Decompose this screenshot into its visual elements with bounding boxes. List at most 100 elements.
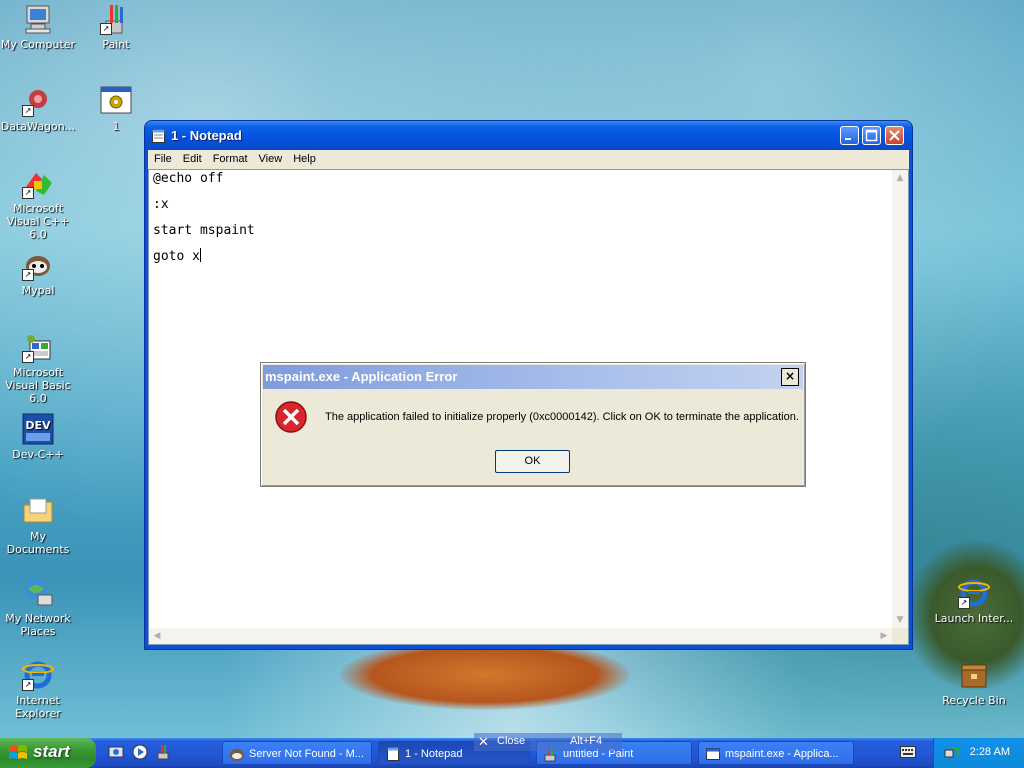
taskbar-button-browser[interactable]: Server Not Found - M... [222,741,372,765]
dev-cpp-icon: DEV [22,413,54,445]
visual-basic-icon: ↗ [22,331,54,363]
desktop-icon-label: Microsoft Visual C++ 6.0 [6,202,70,241]
keyboard-icon[interactable] [900,746,916,758]
show-desktop-icon[interactable] [108,744,124,760]
error-dialog[interactable]: mspaint.exe - Application Error × The ap… [260,362,806,487]
taskbar-button-error-dialog[interactable]: mspaint.exe - Applica... [698,741,854,765]
desktop-icon-label: My Documents [6,530,70,556]
notepad-titlebar[interactable]: 1 - Notepad [145,121,912,150]
menu-file[interactable]: File [148,150,177,165]
menu-format[interactable]: Format [207,150,253,165]
tooltip-close-icon: ✕ [478,734,489,749]
desktop-icon-recycle-bin[interactable]: Recycle Bin [934,659,1014,707]
network-places-icon [22,577,54,609]
batch-file-icon [100,85,132,117]
desktop-icon-label: 1 [112,120,120,133]
notepad-icon [152,129,165,143]
desktop-icon-mypal[interactable]: ↗ Mypal [0,249,78,297]
shortcut-arrow-icon: ↗ [22,351,34,363]
internet-explorer-icon: ↗ [958,577,990,609]
desktop-icon-label: My Network Places [5,612,71,638]
editor-line: goto x [153,248,201,264]
desktop-icon-paint[interactable]: ↗ Paint [76,3,156,51]
taskbar-button-label: Server Not Found - M... [249,748,364,760]
windows-flag-icon [9,745,27,759]
desktop-icon-batch-file[interactable]: 1 [76,85,156,133]
paint-quicklaunch-icon[interactable] [156,744,172,760]
desktop-icon-dev-cpp[interactable]: DEV Dev-C++ [0,413,78,461]
maximize-icon [865,129,878,142]
menu-edit[interactable]: Edit [177,150,207,165]
scroll-right-icon[interactable]: ▶ [876,628,892,644]
desktop-icon-label: Recycle Bin [942,694,1006,707]
my-documents-icon [22,495,54,527]
start-button[interactable]: start [0,738,96,768]
maximize-button[interactable] [862,126,881,145]
editor-text: @echo off :x start mspaint goto x [153,170,255,274]
minimize-button[interactable] [840,126,859,145]
desktop-icon-label: Paint [102,38,130,51]
dialog-message: The application failed to initialize pro… [325,411,799,423]
desktop-icon-visual-cpp[interactable]: ↗ Microsoft Visual C++ 6.0 [0,167,78,241]
text-caret [199,248,201,262]
internet-explorer-icon: ↗ [22,659,54,691]
minimize-icon [845,138,851,140]
dialog-title: mspaint.exe - Application Error [265,369,458,384]
desktop-icon-datawagon[interactable]: ↗ DataWagon... [0,85,78,133]
svg-text:DEV: DEV [25,419,51,432]
menu-help[interactable]: Help [287,150,321,165]
vertical-scrollbar[interactable]: ▲ ▼ [892,170,908,628]
shortcut-arrow-icon: ↗ [958,597,970,609]
menu-view[interactable]: View [253,150,288,165]
system-tray: 2:28 AM [933,738,1024,768]
visual-cpp-icon: ↗ [22,167,54,199]
desktop-icon-visual-basic[interactable]: ↗ Microsoft Visual Basic 6.0 [0,331,78,405]
desktop-icon-internet-explorer[interactable]: ↗ Internet Explorer [0,659,78,720]
shortcut-arrow-icon: ↗ [22,187,34,199]
menu-bar: File Edit Format View Help [148,150,909,169]
paint-icon: ↗ [100,3,132,35]
desktop-icon-label: Dev-C++ [12,448,64,461]
network-tray-icon[interactable] [944,745,960,761]
desktop-icon-label: My Computer [0,38,76,51]
taskbar-button-label: mspaint.exe - Applica... [725,748,839,760]
horizontal-scrollbar[interactable]: ◀ ▶ [149,628,892,644]
notepad-title: 1 - Notepad [171,128,242,143]
mypal-icon: ↗ [22,249,54,281]
media-player-icon[interactable] [132,744,148,760]
start-label: start [33,742,70,761]
close-tooltip: ✕ Close Alt+F4 [474,733,622,751]
editor-line: :x [153,197,169,212]
shortcut-arrow-icon: ↗ [22,679,34,691]
desktop-icon-label: Microsoft Visual Basic 6.0 [5,366,71,405]
desktop-icon-label: Mypal [21,284,55,297]
shortcut-arrow-icon: ↗ [22,105,34,117]
scroll-down-icon[interactable]: ▼ [892,612,908,628]
close-icon [889,130,900,141]
desktop-icon-my-documents[interactable]: My Documents [0,495,78,556]
desktop-starfish [340,640,630,710]
close-button[interactable] [885,126,904,145]
editor-line: start mspaint [153,223,255,238]
dialog-close-button[interactable]: × [781,368,799,386]
desktop-icon-label: Internet Explorer [15,694,61,720]
desktop-icon-my-computer[interactable]: My Computer [0,3,78,51]
datawagon-icon: ↗ [22,85,54,117]
mypal-icon [230,749,244,761]
resize-grip-icon[interactable] [892,628,908,644]
ok-button[interactable]: OK [495,450,570,473]
editor-line: @echo off [153,171,224,186]
clock[interactable]: 2:28 AM [970,746,1010,758]
tooltip-shortcut: Alt+F4 [570,735,603,747]
my-computer-icon [22,3,54,35]
scroll-up-icon[interactable]: ▲ [892,170,908,186]
shortcut-arrow-icon: ↗ [100,23,112,35]
window-icon [706,748,720,760]
recycle-bin-icon [958,659,990,691]
scroll-left-icon[interactable]: ◀ [149,628,165,644]
dialog-titlebar[interactable]: mspaint.exe - Application Error × [263,365,803,389]
desktop-icon-network-places[interactable]: My Network Places [0,577,78,638]
desktop-icon-label: DataWagon... [0,120,76,133]
tooltip-close-label: Close [497,735,526,747]
desktop-icon-launch-ie[interactable]: ↗ Launch Inter... [934,577,1014,625]
